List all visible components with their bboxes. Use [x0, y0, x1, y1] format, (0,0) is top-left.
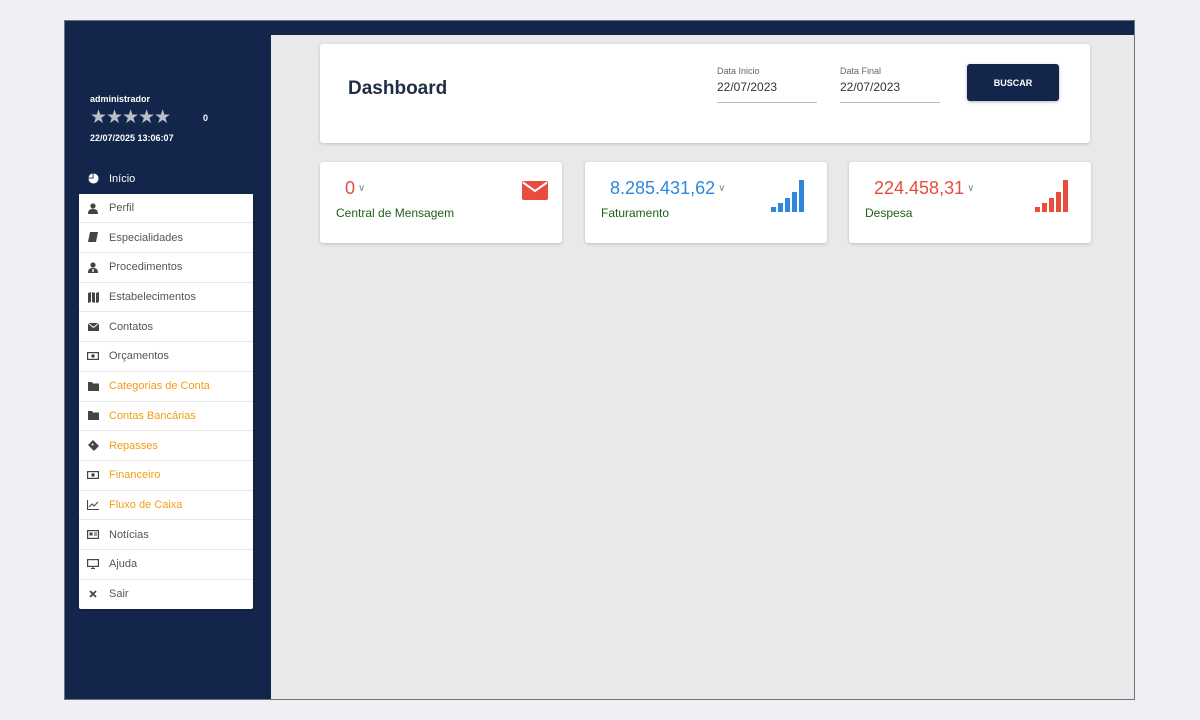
sidebar-item-orcamentos[interactable]: Orçamentos	[79, 342, 253, 372]
money-icon	[86, 352, 100, 361]
sidebar-item-label: Contatos	[109, 320, 154, 333]
sidebar-item-estabelecimentos[interactable]: Estabelecimentos	[79, 283, 253, 313]
sidebar-item-sair[interactable]: Sair	[79, 580, 253, 610]
revenue-amount: 8.285.431,62	[610, 178, 716, 198]
sidebar-item-label: Estabelecimentos	[109, 291, 196, 304]
sidebar-item-procedimentos[interactable]: Procedimentos	[79, 253, 253, 283]
sidebar-item-especialidades[interactable]: Especialidades	[79, 223, 253, 254]
sidebar-item-perfil[interactable]: Perfil	[79, 194, 253, 224]
expense-label: Despesa	[865, 206, 913, 220]
revenue-value[interactable]: 8.285.431,62 ∨	[610, 178, 725, 199]
expense-value[interactable]: 224.458,31 ∨	[874, 178, 974, 199]
sidebar-item-label: Orçamentos	[109, 350, 169, 363]
sidebar-item-label: Categorias de Conta	[109, 380, 210, 393]
signal-bars-icon	[1035, 179, 1075, 218]
sidebar-item-label: Especialidades	[109, 231, 183, 244]
start-date-field[interactable]: Data Inicio 22/07/2023	[717, 66, 817, 103]
search-button[interactable]: BUSCAR	[967, 64, 1059, 101]
book-icon	[86, 232, 100, 243]
envelope-icon	[522, 181, 548, 205]
user-md-icon	[86, 262, 100, 273]
sidebar-item-label: Notícias	[109, 528, 149, 541]
sidebar-item-label: Ajuda	[109, 558, 138, 571]
map-icon	[86, 291, 100, 303]
expense-amount: 224.458,31	[874, 178, 965, 198]
sidebar-item-contas-bancarias[interactable]: Contas Bancárias	[79, 402, 253, 432]
end-date-label: Data Final	[840, 66, 882, 76]
sidebar-item-ajuda[interactable]: Ajuda	[79, 550, 253, 580]
folder-icon	[86, 381, 100, 391]
user-panel: administrador ★★★★★ 0 22/07/2025 13:06:0…	[90, 94, 208, 143]
sidebar-item-contatos[interactable]: Contatos	[79, 312, 253, 343]
monitor-icon	[86, 559, 100, 570]
sidebar-item-noticias[interactable]: Notícias	[79, 520, 253, 550]
rating-stars: ★★★★★	[90, 107, 171, 128]
user-icon	[86, 202, 100, 214]
dashboard-header: Dashboard Data Inicio 22/07/2023 Data Fi…	[320, 44, 1090, 143]
money-icon	[86, 471, 100, 480]
sidebar-item-label: Procedimentos	[109, 261, 183, 274]
sidebar-item-label: Contas Bancárias	[109, 409, 196, 422]
close-icon	[86, 590, 100, 599]
line-chart-icon	[86, 499, 100, 510]
chevron-down-icon: ∨	[358, 183, 366, 194]
newspaper-icon	[86, 530, 100, 540]
sidebar-item-label: Início	[109, 172, 136, 185]
sidebar-menu: Início Perfil Especialidades Procediment…	[79, 164, 253, 610]
revenue-label: Faturamento	[601, 206, 670, 220]
sidebar-item-financeiro[interactable]: Financeiro	[79, 461, 253, 491]
sidebar-item-fluxo-de-caixa[interactable]: Fluxo de Caixa	[79, 491, 253, 521]
start-date-label: Data Inicio	[717, 66, 760, 76]
signal-bars-icon	[771, 179, 811, 218]
page-title: Dashboard	[348, 78, 448, 99]
messages-card[interactable]: 0 ∨ Central de Mensagem	[320, 162, 562, 243]
sidebar-item-label: Fluxo de Caixa	[109, 498, 183, 511]
messages-label: Central de Mensagem	[336, 206, 455, 220]
sidebar-item-label: Repasses	[109, 439, 158, 452]
sidebar-item-inicio[interactable]: Início	[79, 164, 253, 194]
end-date-field[interactable]: Data Final 22/07/2023	[840, 66, 940, 103]
app-window: administrador ★★★★★ 0 22/07/2025 13:06:0…	[64, 20, 1135, 700]
sidebar-item-label: Financeiro	[109, 469, 161, 482]
pie-chart-icon	[86, 173, 100, 184]
chevron-down-icon: ∨	[718, 183, 726, 194]
user-name: administrador	[90, 94, 151, 104]
sidebar-item-categorias-de-conta[interactable]: Categorias de Conta	[79, 372, 253, 402]
sidebar-item-label: Sair	[109, 588, 129, 601]
rating-count: 0	[203, 113, 209, 123]
envelope-icon	[86, 322, 100, 331]
start-date-input[interactable]: 22/07/2023	[717, 80, 817, 103]
login-datetime: 22/07/2025 13:06:07	[90, 133, 174, 143]
sidebar: administrador ★★★★★ 0 22/07/2025 13:06:0…	[65, 21, 271, 699]
revenue-card[interactable]: 8.285.431,62 ∨ Faturamento	[585, 162, 827, 243]
sidebar-item-repasses[interactable]: Repasses	[79, 431, 253, 461]
ticket-icon	[86, 440, 100, 452]
chevron-down-icon: ∨	[967, 183, 975, 194]
messages-count: 0	[345, 178, 356, 198]
expense-card[interactable]: 224.458,31 ∨ Despesa	[849, 162, 1091, 243]
end-date-input[interactable]: 22/07/2023	[840, 80, 940, 103]
folder-icon	[86, 411, 100, 421]
sidebar-item-label: Perfil	[109, 202, 135, 215]
messages-value[interactable]: 0 ∨	[345, 178, 365, 199]
